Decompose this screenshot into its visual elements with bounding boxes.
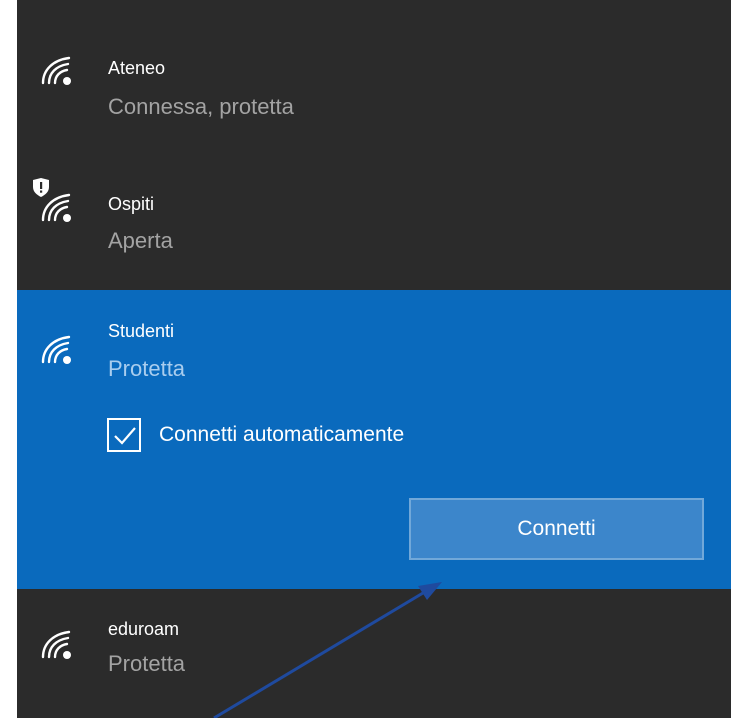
network-item-ateneo[interactable]: Ateneo Connessa, protetta (17, 0, 731, 150)
connect-button[interactable]: Connetti (409, 498, 704, 560)
checkmark-icon (114, 427, 136, 445)
network-status: Protetta (108, 651, 186, 676)
network-name: Ospiti (108, 194, 155, 214)
network-item-studenti-selected[interactable]: Studenti Protetta Connetti automaticamen… (17, 290, 731, 589)
network-status: Aperta (108, 228, 173, 253)
network-item-eduroam[interactable]: eduroam Protetta (17, 589, 731, 718)
wifi-open-warning-icon (33, 178, 71, 222)
network-status: Protetta (108, 356, 186, 381)
wifi-icon (41, 335, 71, 364)
wifi-icon (41, 56, 71, 85)
network-name: Studenti (108, 321, 175, 341)
network-status: Connessa, protetta (108, 94, 294, 119)
network-name: Ateneo (108, 58, 166, 78)
network-name: eduroam (108, 619, 180, 639)
wifi-icon (41, 630, 71, 659)
auto-connect-checkbox[interactable] (107, 418, 141, 452)
network-item-ospiti[interactable]: Ospiti Aperta (17, 150, 731, 290)
auto-connect-label: Connetti automaticamente (159, 423, 405, 446)
